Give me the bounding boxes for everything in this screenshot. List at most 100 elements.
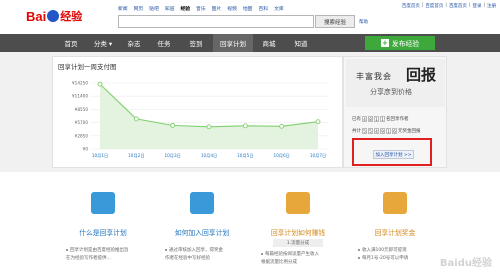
- nav-link[interactable]: 图片: [212, 5, 222, 12]
- product-nav: 新闻 网页 贴吧 知道 经验 音乐 图片 视频 地图 百科 文库: [118, 5, 284, 12]
- banner-line1: 丰富我会: [356, 72, 392, 81]
- nav-link[interactable]: 新闻: [118, 5, 128, 12]
- card-line: 通过审核加入回享，得奖金: [165, 247, 247, 254]
- payment-chart-panel: 回享计划一周支付图 ¥14250 ¥11400 ¥8550 ¥5700 ¥2850 ¥0 1…: [52, 56, 343, 168]
- x-tick-label: 10月2日: [128, 153, 144, 159]
- stat-suffix: 名回享作者: [386, 117, 409, 122]
- digit: 1: [386, 128, 391, 134]
- y-tick-label: ¥14250: [72, 81, 88, 86]
- nav-link[interactable]: 贴吧: [149, 5, 159, 12]
- edit-icon: [190, 192, 214, 214]
- card-line: 根据流量比例分成: [261, 260, 297, 265]
- card-line: 在为经验写作者提供...: [66, 256, 111, 261]
- digit: 8: [368, 116, 373, 122]
- nav-link[interactable]: 百科: [258, 5, 268, 12]
- y-tick-label: ¥5700: [75, 120, 89, 125]
- card-line: 收入满100元即可提现: [358, 247, 440, 254]
- info-card[interactable]: 什么是回享计划 回享计划是由百度经验推出旨 在为经验写作者提供...: [56, 178, 150, 275]
- data-point: [279, 123, 285, 129]
- card-title[interactable]: 什么是回享计划: [56, 227, 150, 237]
- banner-line2: 分享彦到价格: [370, 88, 412, 96]
- search-input[interactable]: [118, 15, 314, 28]
- nav-link[interactable]: 文库: [274, 5, 284, 12]
- x-tick-label: 10月3日: [164, 153, 180, 159]
- digit: 4: [374, 128, 379, 134]
- x-tick-label: 10月4日: [201, 153, 217, 159]
- bonus-total: 共计 5 5 4 9 1 6 元奖金回报: [352, 128, 421, 134]
- digit: 1: [380, 116, 385, 122]
- search-button[interactable]: 搜索经验: [315, 15, 355, 28]
- top-links: 百度首页 | 百度首页 | 百度首页 | 登录 | 注册: [401, 3, 496, 9]
- menu-category[interactable]: 分类 ▾: [87, 34, 119, 52]
- register-link[interactable]: 注册: [487, 3, 496, 9]
- nav-link-active[interactable]: 经验: [180, 5, 190, 12]
- area-fill: [100, 84, 318, 149]
- book-icon: [91, 192, 115, 214]
- nav-link[interactable]: 地图: [243, 5, 253, 12]
- data-point: [133, 116, 139, 122]
- info-card[interactable]: 如何加入回享计划 通过审核加入回享，得奖金 作者在经验中写好经验: [155, 178, 249, 275]
- nav-link[interactable]: 知道: [165, 5, 175, 12]
- digit: 6: [392, 128, 397, 134]
- menu-magazine[interactable]: 杂志: [119, 34, 149, 52]
- login-link[interactable]: 登录: [472, 3, 481, 9]
- top-link[interactable]: 百度首页: [425, 3, 443, 9]
- info-card[interactable]: 回享计划如何赚钱 1.流量分成 每篇经验按阅读量产生收入 根据流量比例分成: [251, 178, 345, 275]
- main-menu: 首页 分类 ▾ 杂志 任务 签到 回享计划 商城 知道 + 发布经验: [0, 34, 500, 52]
- gift-icon: [383, 192, 407, 214]
- paw-icon: [47, 10, 60, 22]
- help-link[interactable]: 帮助: [359, 19, 368, 25]
- data-point: [242, 123, 248, 129]
- digit: 4: [362, 116, 367, 122]
- nav-link[interactable]: 音乐: [196, 5, 206, 12]
- data-point: [170, 122, 176, 128]
- card-line: 每篇经验按阅读量产生收入: [261, 251, 343, 258]
- digit: 1: [374, 116, 379, 122]
- x-tick-label: 10月6日: [273, 153, 289, 159]
- publish-button[interactable]: + 发布经验: [365, 36, 435, 50]
- info-card[interactable]: 回享计划奖金 收入满100元即可提现 每月1号-20号可以申请: [348, 178, 442, 275]
- watermark: Baidu经验: [439, 258, 492, 269]
- publish-label: 发布经验: [391, 40, 420, 48]
- card-title[interactable]: 如何加入回享计划: [155, 227, 249, 237]
- x-tick-label: 10月5日: [237, 153, 253, 159]
- top-link[interactable]: 百度首页: [402, 3, 420, 9]
- banner-big-text: 回报: [406, 66, 437, 84]
- y-tick-label: ¥11400: [72, 94, 88, 99]
- huixiang-banner: 丰富我会 回报 分享彦到价格: [346, 59, 445, 107]
- stat-label: 共计: [352, 129, 361, 134]
- author-count: 已有 4 8 1 1 名回享作者: [352, 116, 409, 122]
- card-line: 作者在经验中写好经验: [165, 256, 210, 261]
- card-title[interactable]: 回享计划奖金: [348, 227, 442, 237]
- card-title[interactable]: 回享计划如何赚钱: [251, 227, 345, 237]
- stat-label: 已有: [352, 117, 361, 122]
- menu-signin[interactable]: 签到: [179, 34, 213, 52]
- y-tick-label: ¥8550: [75, 107, 89, 112]
- digit: 9: [380, 128, 385, 134]
- card-subtitle: 1.流量分成: [273, 239, 323, 247]
- top-link[interactable]: 百度首页: [449, 3, 467, 9]
- x-tick-label: 10月1日: [92, 153, 108, 159]
- data-point: [97, 81, 103, 87]
- payment-area-chart: ¥14250 ¥11400 ¥8550 ¥5700 ¥2850 ¥010月1日 10月2日 1…: [72, 81, 328, 159]
- card-line: 每月1号-20号可以申请: [358, 255, 440, 262]
- menu-task[interactable]: 任务: [149, 34, 179, 52]
- menu-home[interactable]: 首页: [55, 34, 87, 52]
- plus-icon: +: [380, 39, 389, 47]
- digit: 5: [368, 128, 373, 134]
- y-tick-label: ¥0: [83, 147, 89, 152]
- card-line: 回享计划是由百度经验推出旨: [66, 247, 148, 254]
- y-tick-label: ¥2850: [75, 133, 89, 138]
- baidu-jingyan-logo[interactable]: Bai 经验: [26, 8, 82, 24]
- data-point: [206, 124, 212, 130]
- red-highlight-box: [352, 138, 432, 166]
- nav-link[interactable]: 视频: [227, 5, 237, 12]
- nav-link[interactable]: 网页: [134, 5, 144, 12]
- money-bag-icon: [286, 192, 310, 214]
- logo-jy: 经验: [60, 11, 83, 23]
- menu-zhidao[interactable]: 知道: [285, 34, 317, 52]
- stat-suffix: 元奖金回报: [398, 129, 421, 134]
- menu-huixiang[interactable]: 回享计划: [213, 34, 253, 52]
- menu-mall[interactable]: 商城: [253, 34, 285, 52]
- data-point: [315, 119, 321, 125]
